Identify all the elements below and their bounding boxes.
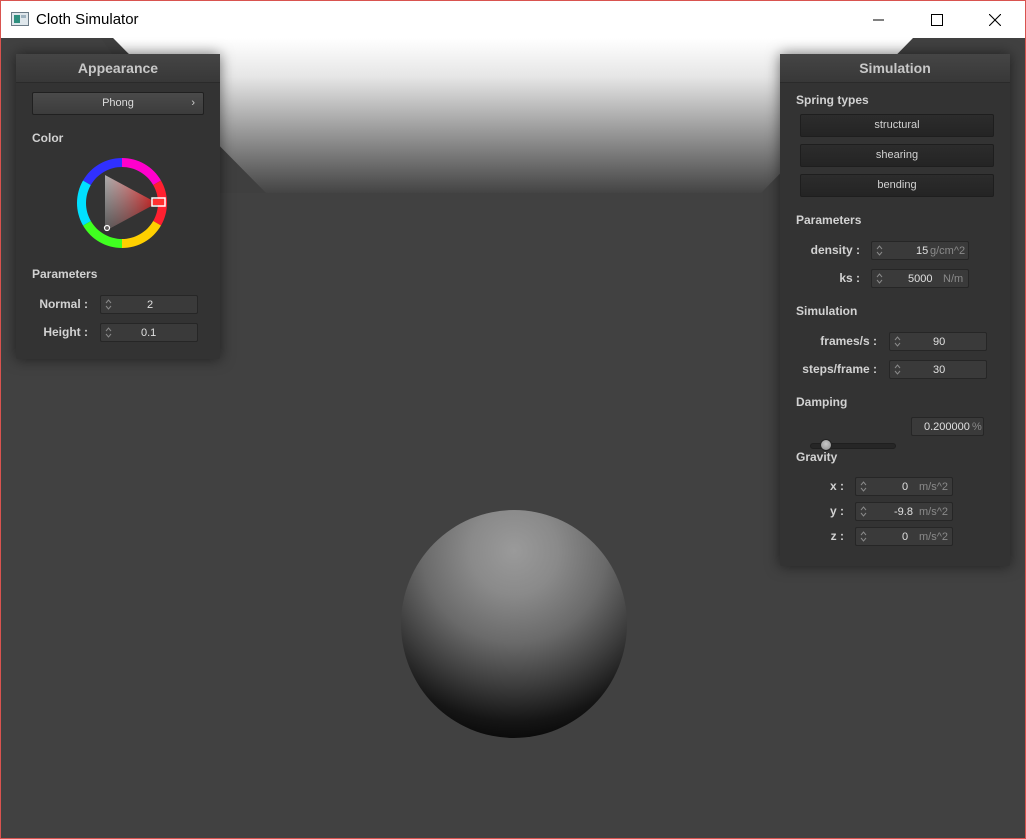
app-window-icon — [11, 12, 29, 26]
color-wheel[interactable] — [74, 155, 170, 251]
damping-value: 0.200000 — [924, 421, 970, 433]
gravity-x-value: 0 — [902, 481, 909, 493]
gravity-y-label: y : — [829, 504, 844, 518]
gravity-x-label: x : — [829, 479, 844, 493]
damping-unit: % — [972, 421, 982, 433]
spinner-icon — [105, 327, 112, 338]
close-icon — [989, 13, 1001, 26]
density-unit: g/cm^2 — [930, 245, 966, 257]
steps-per-frame-input[interactable]: 30 — [889, 360, 987, 379]
gravity-y-input[interactable]: -9.8 m/s^2 — [855, 502, 953, 521]
gravity-z-label: z : — [830, 529, 844, 543]
gravity-z-unit: m/s^2 — [919, 531, 948, 543]
simulation-panel: Simulation Spring types structural shear… — [780, 54, 1010, 566]
spinner-icon — [105, 299, 112, 310]
damping-input[interactable]: 0.200000 % — [911, 417, 984, 436]
sim-parameters-label: Parameters — [796, 213, 862, 227]
ks-value: 5000 — [908, 273, 933, 285]
gravity-y-value: -9.8 — [894, 506, 913, 518]
minimize-icon — [873, 19, 884, 20]
structural-button[interactable]: structural — [800, 114, 994, 137]
spinner-icon — [876, 273, 883, 284]
simulation-section-label: Simulation — [796, 304, 858, 318]
maximize-icon — [931, 13, 943, 26]
spinner-icon — [860, 506, 867, 517]
cloth-simulator-window: Cloth Simulator Appearance Phong › Color… — [0, 0, 1026, 839]
spinner-icon — [860, 481, 867, 492]
height-label: Height : — [43, 325, 88, 339]
ks-unit: N/m — [943, 273, 964, 285]
gravity-z-value: 0 — [902, 531, 909, 543]
frames-per-second-input[interactable]: 90 — [889, 332, 987, 351]
normal-label: Normal : — [39, 297, 88, 311]
gravity-x-input[interactable]: 0 m/s^2 — [855, 477, 953, 496]
height-input[interactable]: 0.1 — [100, 323, 198, 342]
chevron-right-icon: › — [191, 97, 195, 109]
frames-per-second-label: frames/s : — [820, 334, 877, 348]
spring-types-label: Spring types — [796, 93, 869, 107]
normal-value: 2 — [147, 299, 154, 311]
gravity-label: Gravity — [796, 450, 838, 464]
gravity-z-input[interactable]: 0 m/s^2 — [855, 527, 953, 546]
damping-label: Damping — [796, 395, 848, 409]
density-label: density : — [810, 243, 860, 257]
window-title: Cloth Simulator — [36, 11, 139, 28]
spinner-icon — [860, 531, 867, 542]
density-value: 15 — [916, 245, 929, 257]
spinner-icon — [894, 336, 901, 347]
frames-per-second-value: 90 — [933, 336, 946, 348]
normal-input[interactable]: 2 — [100, 295, 198, 314]
gravity-x-unit: m/s^2 — [919, 481, 948, 493]
bending-button[interactable]: bending — [800, 174, 994, 197]
appearance-panel-title[interactable]: Appearance — [16, 54, 220, 83]
steps-per-frame-label: steps/frame : — [802, 362, 877, 376]
height-value: 0.1 — [141, 327, 157, 339]
sphere-object — [401, 510, 627, 738]
density-input[interactable]: 15 g/cm^2 — [871, 241, 969, 260]
ks-label: ks : — [839, 271, 860, 285]
simulation-panel-title[interactable]: Simulation — [780, 54, 1010, 83]
shader-dropdown[interactable]: Phong › — [32, 92, 204, 115]
maximize-button[interactable] — [908, 1, 966, 38]
ks-input[interactable]: 5000 N/m — [871, 269, 969, 288]
appearance-parameters-label: Parameters — [32, 267, 98, 281]
shader-dropdown-value: Phong — [102, 97, 134, 109]
minimize-button[interactable] — [850, 1, 908, 38]
shearing-button[interactable]: shearing — [800, 144, 994, 167]
steps-per-frame-value: 30 — [933, 364, 946, 376]
title-bar[interactable]: Cloth Simulator — [1, 1, 1025, 38]
color-section-label: Color — [32, 131, 64, 145]
spinner-icon — [876, 245, 883, 256]
spinner-icon — [894, 364, 901, 375]
gravity-y-unit: m/s^2 — [919, 506, 948, 518]
appearance-panel: Appearance Phong › Color Parameters Norm… — [16, 54, 220, 359]
close-button[interactable] — [966, 1, 1024, 38]
